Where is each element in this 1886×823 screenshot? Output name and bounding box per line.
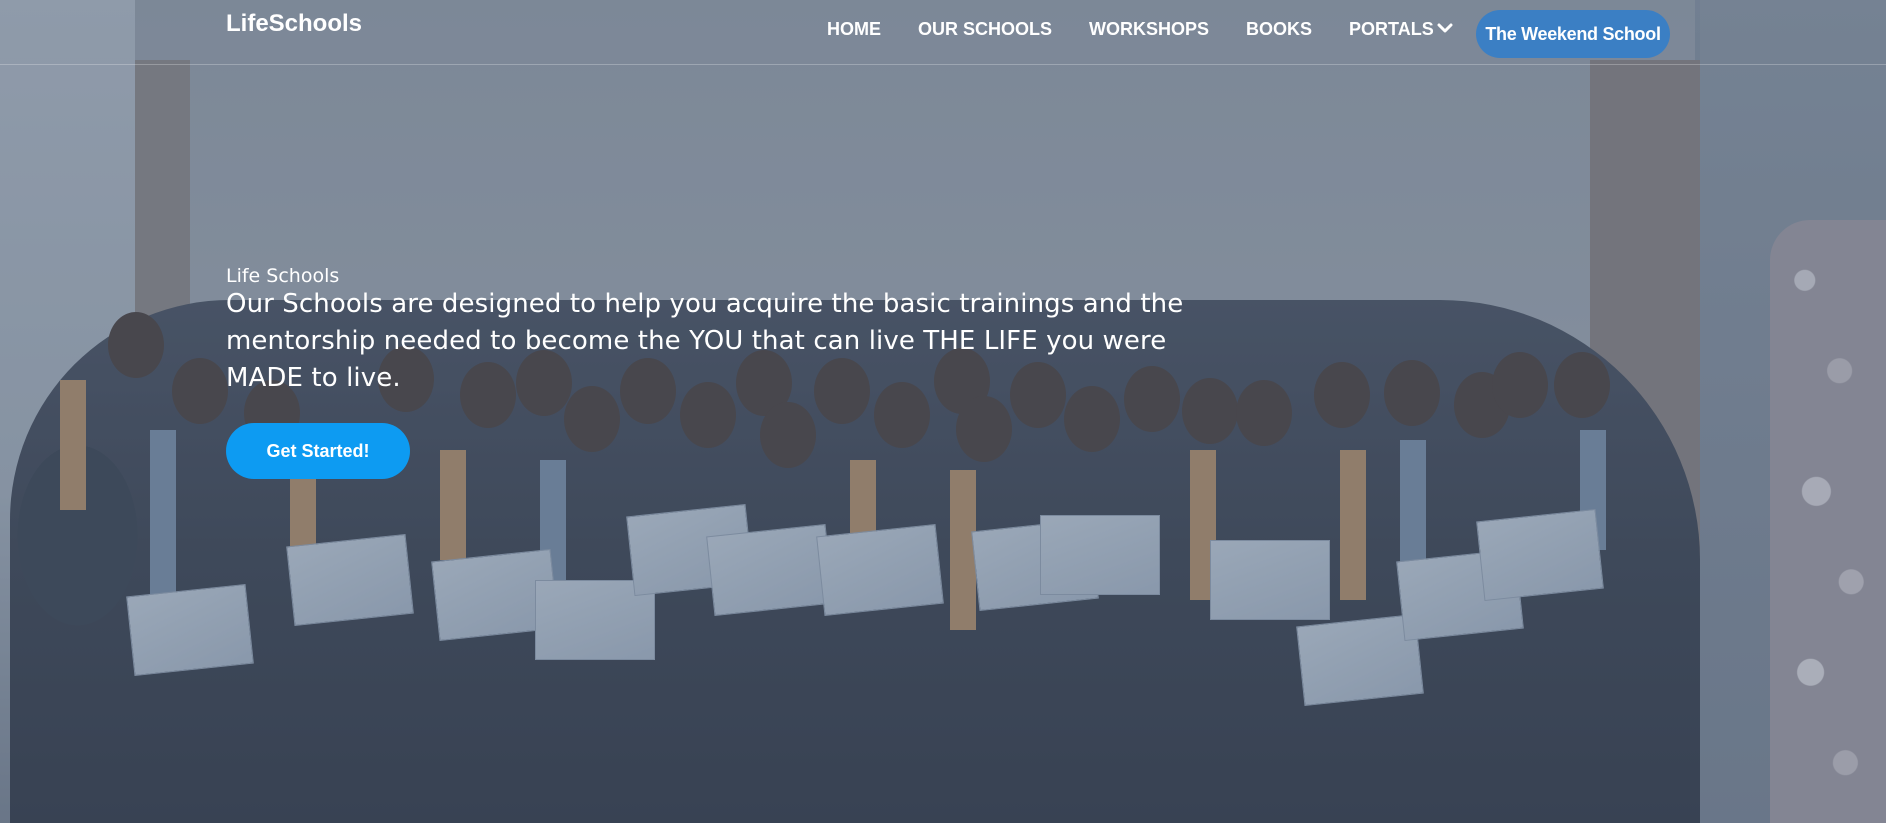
nav-portals[interactable]: PORTALS (1349, 19, 1453, 40)
nav-home[interactable]: HOME (827, 19, 881, 40)
get-started-button[interactable]: Get Started! (226, 423, 410, 479)
hero-eyebrow: Life Schools (226, 265, 340, 287)
hero-section: LifeSchools HOME OUR SCHOOLS WORKSHOPS B… (0, 0, 1886, 823)
hero-overlay (0, 0, 1886, 823)
nav-portals-label: PORTALS (1349, 19, 1434, 39)
weekend-school-button[interactable]: The Weekend School (1476, 10, 1670, 58)
nav-workshops[interactable]: WORKSHOPS (1089, 19, 1209, 40)
navbar: LifeSchools HOME OUR SCHOOLS WORKSHOPS B… (0, 0, 1886, 65)
chevron-down-icon (1437, 23, 1453, 33)
hero-headline: Our Schools are designed to help you acq… (226, 289, 1184, 393)
nav-menu: HOME OUR SCHOOLS WORKSHOPS BOOKS PORTALS (827, 19, 1453, 40)
nav-books[interactable]: BOOKS (1246, 19, 1312, 40)
nav-our-schools[interactable]: OUR SCHOOLS (918, 19, 1052, 40)
site-logo[interactable]: LifeSchools (226, 10, 362, 38)
